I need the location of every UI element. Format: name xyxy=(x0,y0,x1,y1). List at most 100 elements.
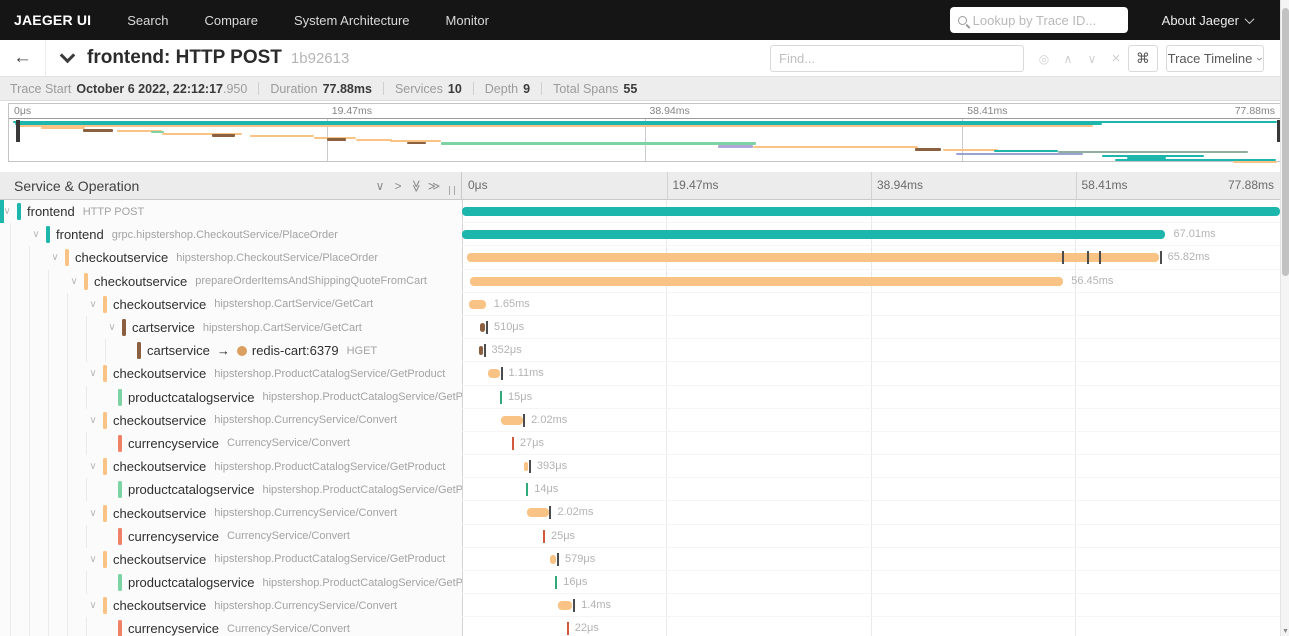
span-row[interactable]: ∨ frontend HTTP POST xyxy=(0,200,1280,224)
span-bar[interactable] xyxy=(488,369,500,379)
span-collapse-chevron-icon[interactable]: ∨ xyxy=(86,508,100,519)
span-row[interactable]: ∨ checkoutservice hipstershop.CartService/… xyxy=(0,292,1280,316)
back-button[interactable]: ← xyxy=(0,40,46,76)
span-bar-thin[interactable] xyxy=(555,576,558,589)
trace-view-selector[interactable]: Trace Timeline › xyxy=(1166,45,1267,72)
span-timeline-cell[interactable]: 2.02ms xyxy=(462,409,1280,432)
span-bar[interactable] xyxy=(466,253,1159,263)
span-timeline-cell[interactable]: 1.65ms xyxy=(462,293,1280,316)
span-bar[interactable] xyxy=(462,230,1166,240)
span-row[interactable]: productcatalogservice hipstershop.Product… xyxy=(0,385,1280,409)
span-timeline-cell[interactable]: 393μs xyxy=(462,455,1280,479)
span-bar[interactable] xyxy=(524,462,529,472)
span-collapse-chevron-icon[interactable]: ∨ xyxy=(86,600,100,611)
span-bar[interactable] xyxy=(527,508,549,518)
about-jaeger-menu[interactable]: About Jaeger xyxy=(1162,13,1255,28)
span-tree-cell[interactable]: ∨ checkoutservice hipstershop.ProductCatal… xyxy=(0,455,462,479)
trace-id-search-box[interactable] xyxy=(949,7,1128,33)
span-timeline-cell[interactable]: 510μs xyxy=(462,316,1280,340)
span-tree-cell[interactable]: ∨ cartservice hipstershop.CartService/GetC… xyxy=(0,315,462,340)
span-row[interactable]: ∨ checkoutservice prepareOrderItemsAndShip… xyxy=(0,269,1280,293)
nav-item-search[interactable]: Search xyxy=(127,13,168,28)
span-collapse-chevron-icon[interactable]: ∨ xyxy=(29,229,43,240)
span-timeline-cell[interactable]: 1.11ms xyxy=(462,362,1280,386)
span-bar-thin[interactable] xyxy=(566,622,569,636)
span-timeline-cell[interactable]: 579μs xyxy=(462,548,1280,571)
span-bar-thin[interactable] xyxy=(511,436,514,450)
span-row[interactable]: ∨ checkoutservice hipstershop.ProductCatal… xyxy=(0,455,1280,479)
span-bar[interactable] xyxy=(479,322,486,332)
span-timeline-cell[interactable]: 25μs xyxy=(462,525,1280,548)
nav-item-system-architecture[interactable]: System Architecture xyxy=(294,13,410,28)
minimap-box[interactable]: 0μs 19.47ms 38.94ms 58.41ms 77.88ms xyxy=(8,103,1281,163)
span-collapse-chevron-icon[interactable]: ∨ xyxy=(86,299,100,310)
span-row[interactable]: ∨ checkoutservice hipstershop.ProductCatal… xyxy=(0,547,1280,571)
collapse-trace-chevron-icon[interactable] xyxy=(59,47,76,63)
span-row[interactable]: currencyservice CurrencyService/Convert 22… xyxy=(0,617,1280,636)
span-bar[interactable] xyxy=(470,276,1064,286)
span-bar[interactable] xyxy=(501,415,523,425)
nav-item-monitor[interactable]: Monitor xyxy=(446,13,489,28)
span-tree-cell[interactable]: ∨ checkoutservice hipstershop.CurrencyServ… xyxy=(0,594,462,618)
span-tree-cell[interactable]: ∨ checkoutservice hipstershop.ProductCatal… xyxy=(0,547,462,571)
scrollbar-down-arrow[interactable]: ▼ xyxy=(1281,628,1289,635)
span-collapse-chevron-icon[interactable]: ∨ xyxy=(105,322,119,333)
prev-match-icon[interactable]: ∧ xyxy=(1056,52,1080,66)
span-collapse-chevron-icon[interactable]: ∨ xyxy=(86,415,100,426)
expand-all-icon[interactable]: ≫ xyxy=(425,179,443,193)
span-collapse-chevron-icon[interactable]: ∨ xyxy=(86,461,100,472)
span-bar[interactable] xyxy=(550,554,557,564)
span-bar[interactable] xyxy=(479,346,483,356)
span-row[interactable]: ∨ checkoutservice hipstershop.ProductCatal… xyxy=(0,362,1280,386)
span-tree-cell[interactable]: ∨ checkoutservice hipstershop.CurrencyServ… xyxy=(0,408,462,432)
span-tree-cell[interactable]: ∨ checkoutservice hipstershop.CartService/… xyxy=(0,292,462,316)
span-tree-cell[interactable]: ∨ frontend grpc.hipstershop.CheckoutServic… xyxy=(0,223,462,247)
span-collapse-chevron-icon[interactable]: ∨ xyxy=(48,252,62,263)
vertical-scrollbar[interactable]: ▼ xyxy=(1280,0,1289,636)
span-tree-cell[interactable]: productcatalogservice hipstershop.Product… xyxy=(0,571,462,595)
span-tree-cell[interactable]: ∨ checkoutservice hipstershop.CheckoutServ… xyxy=(0,246,462,270)
span-bar-thin[interactable] xyxy=(526,483,529,497)
span-timeline-cell[interactable]: 1.4ms xyxy=(462,594,1280,618)
expand-one-icon[interactable]: > xyxy=(389,179,407,193)
span-bar[interactable] xyxy=(468,299,486,309)
span-tree-cell[interactable]: currencyservice CurrencyService/Convert xyxy=(0,617,462,636)
span-timeline-cell[interactable]: 67.01ms xyxy=(462,223,1280,247)
focus-match-icon[interactable]: ◎ xyxy=(1032,52,1056,66)
span-tree-cell[interactable]: currencyservice CurrencyService/Convert xyxy=(0,524,462,548)
minimap-range-handle-left[interactable] xyxy=(15,120,20,142)
span-row[interactable]: currencyservice CurrencyService/Convert 27… xyxy=(0,431,1280,456)
span-tree-cell[interactable]: currencyservice CurrencyService/Convert xyxy=(0,431,462,456)
next-match-icon[interactable]: ∨ xyxy=(1080,52,1104,66)
span-timeline-cell[interactable]: 15μs xyxy=(462,386,1280,409)
span-row[interactable]: ∨ frontend grpc.hipstershop.CheckoutServic… xyxy=(0,223,1280,247)
minimap-canvas[interactable] xyxy=(9,118,1281,163)
span-row[interactable]: ∨ checkoutservice hipstershop.CurrencyServ… xyxy=(0,594,1280,618)
find-input[interactable] xyxy=(770,45,1024,72)
span-timeline-cell[interactable]: 65.82ms xyxy=(462,246,1280,270)
span-tree-cell[interactable]: productcatalogservice hipstershop.Product… xyxy=(0,385,462,409)
span-row[interactable]: ∨ checkoutservice hipstershop.CurrencyServ… xyxy=(0,408,1280,432)
span-timeline-cell[interactable]: 16μs xyxy=(462,571,1280,595)
nav-item-compare[interactable]: Compare xyxy=(204,13,257,28)
span-tree-cell[interactable]: ∨ checkoutservice hipstershop.ProductCatal… xyxy=(0,362,462,386)
clear-find-icon[interactable]: × xyxy=(1104,50,1128,67)
span-tree-cell[interactable]: cartservice → redis-cart:6379 HGET xyxy=(0,339,462,363)
span-tree-cell[interactable]: ∨ checkoutservice prepareOrderItemsAndShip… xyxy=(0,269,462,293)
span-collapse-chevron-icon[interactable]: ∨ xyxy=(67,276,81,287)
keyboard-shortcuts-button[interactable]: ⌘ xyxy=(1128,45,1158,72)
span-timeline-cell[interactable]: 352μs xyxy=(462,339,1280,363)
scrollbar-thumb[interactable] xyxy=(1282,8,1289,276)
collapse-all-icon[interactable]: ≫ xyxy=(407,179,425,193)
span-bar[interactable] xyxy=(557,601,573,611)
span-collapse-chevron-icon[interactable]: ∨ xyxy=(86,368,100,379)
span-timeline-cell[interactable]: 2.02ms xyxy=(462,501,1280,525)
span-row[interactable]: currencyservice CurrencyService/Convert 25… xyxy=(0,524,1280,548)
span-bar-thin[interactable] xyxy=(542,529,545,543)
trace-id-search-input[interactable] xyxy=(972,12,1113,28)
span-row[interactable]: ∨ checkoutservice hipstershop.CurrencyServ… xyxy=(0,501,1280,525)
column-resize-handle[interactable] xyxy=(449,186,455,195)
span-bar-thin[interactable] xyxy=(500,390,503,404)
span-row[interactable]: cartservice → redis-cart:6379 HGET 352μs xyxy=(0,339,1280,363)
collapse-one-icon[interactable]: ∨ xyxy=(371,179,389,193)
